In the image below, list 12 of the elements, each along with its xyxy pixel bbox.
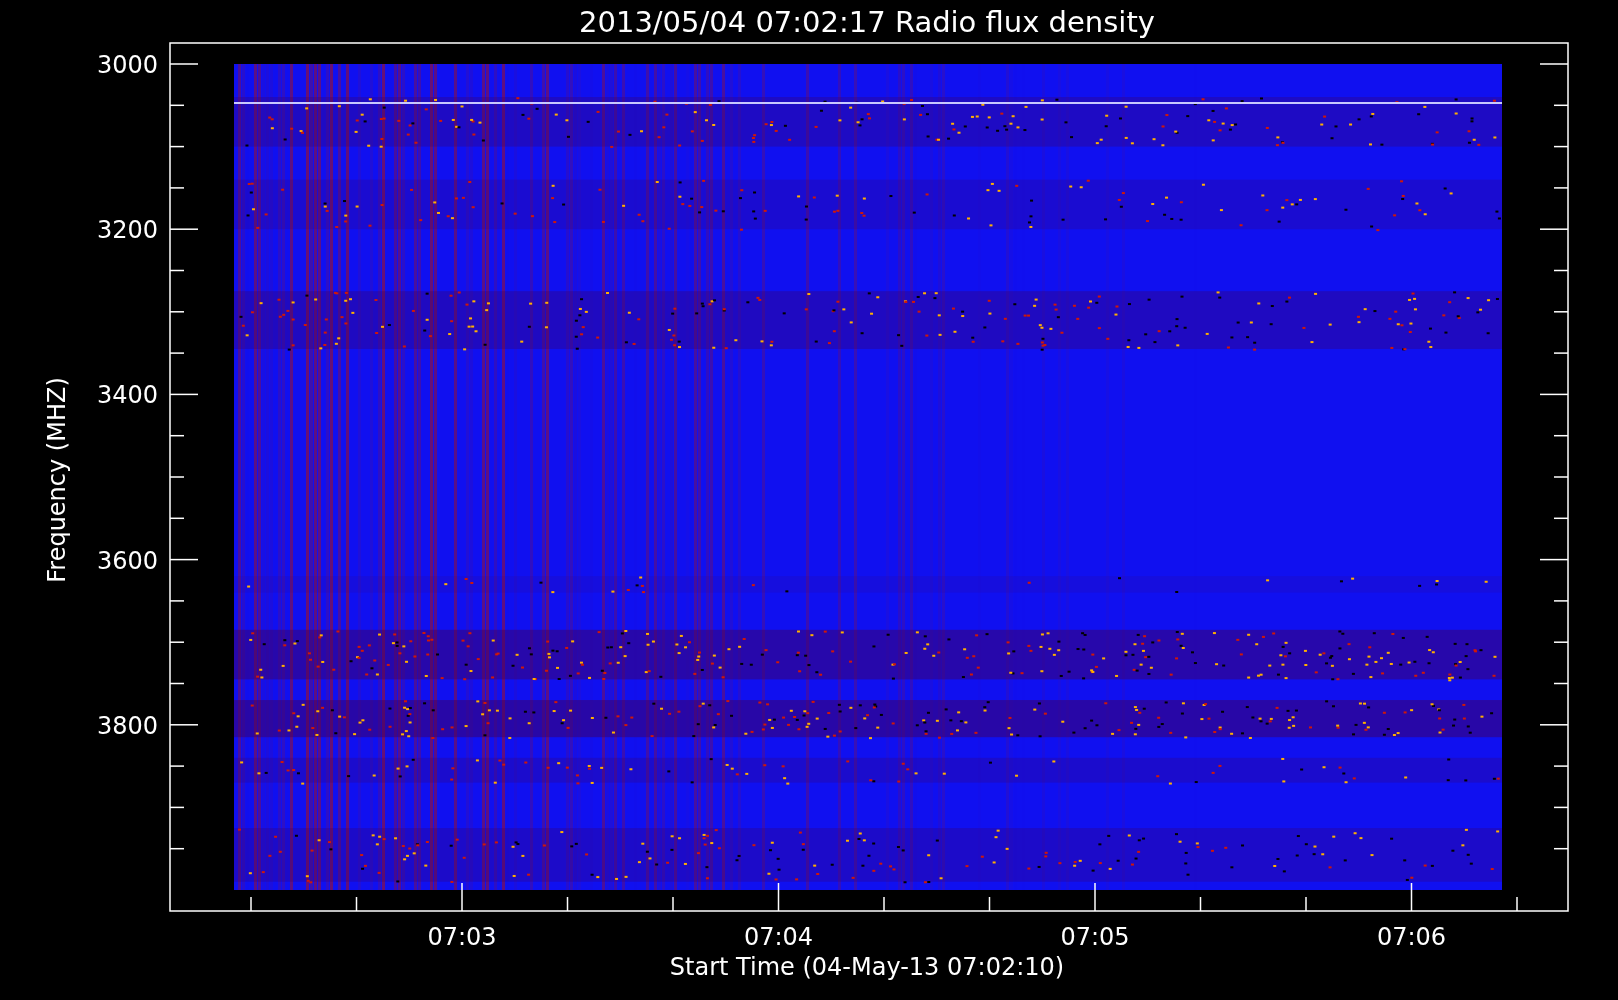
y-tick-label: 3600 — [96, 546, 158, 575]
y-tick-label: 3400 — [96, 381, 158, 410]
plot-title: 2013/05/04 07:02:17 Radio flux density — [579, 5, 1155, 39]
x-tick-label: 07:06 — [1376, 923, 1447, 951]
y-tick-label: 3200 — [96, 216, 158, 245]
x-tick-label: 07:03 — [427, 923, 497, 951]
x-axis-label: Start Time (04-May-13 07:02:10) — [669, 953, 1065, 981]
x-tick-label: 07:05 — [1060, 923, 1130, 951]
y-axis-label: Frequency (MHZ) — [43, 377, 71, 583]
y-tick-label: 3000 — [96, 51, 158, 79]
x-tick-label: 07:04 — [743, 923, 814, 951]
y-tick-label: 3800 — [96, 711, 158, 740]
